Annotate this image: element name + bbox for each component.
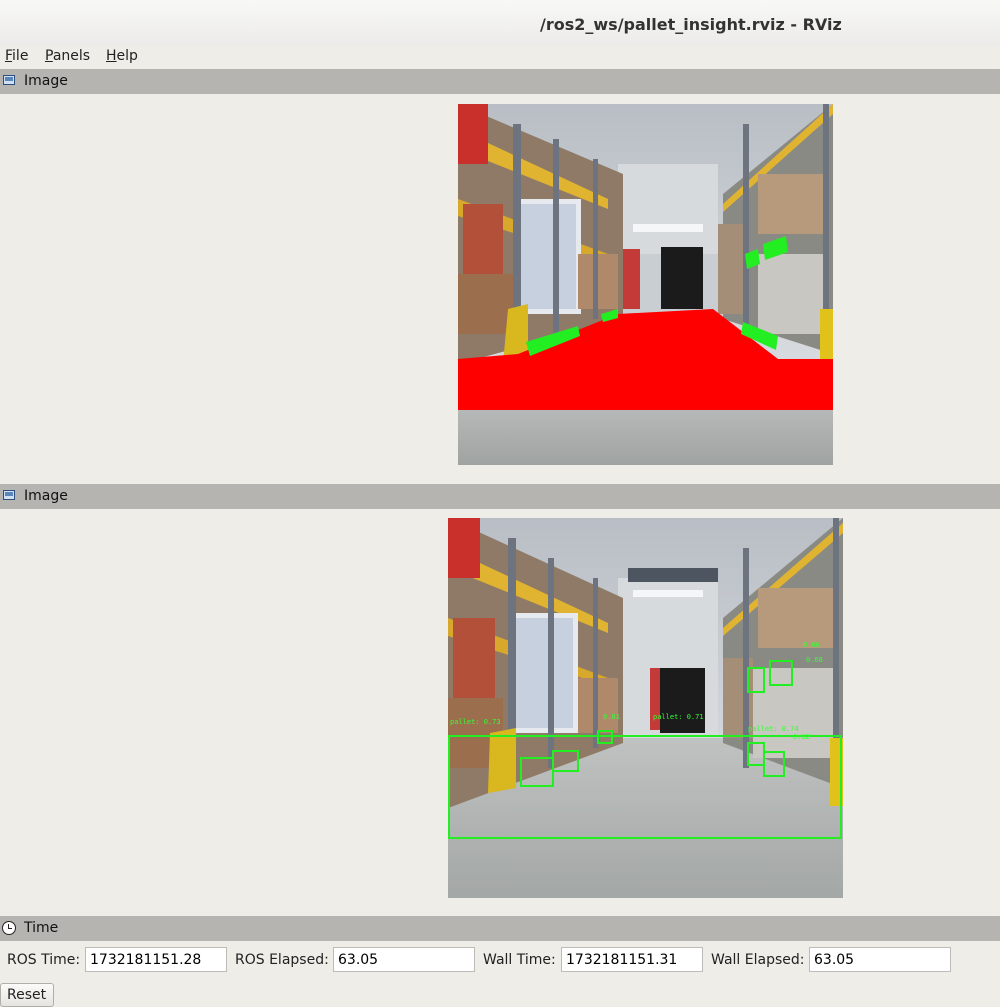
wall-time-label: Wall Time: [483, 952, 556, 968]
ros-elapsed-label: ROS Elapsed: [235, 952, 329, 968]
detection-label: 0.66 [803, 641, 820, 649]
ros-elapsed-field[interactable] [333, 947, 475, 972]
image-icon [3, 75, 15, 85]
detection-panel-title: Image [24, 488, 68, 504]
segmentation-panel-title: Image [24, 73, 68, 89]
detection-label: 0.68 [806, 656, 823, 664]
detection-label: pallet: 0.74 [748, 725, 799, 733]
ros-time-field[interactable] [85, 947, 227, 972]
segmentation-image [458, 104, 833, 465]
ros-time-label: ROS Time: [7, 952, 81, 968]
detection-image-view: pallet: 0.73 0.81 pallet: 0.71 0.66 0.68… [448, 518, 843, 898]
segmentation-panel-header[interactable]: Image [0, 69, 1000, 94]
time-bar: ROS Time: ROS Elapsed: Wall Time: Wall E… [0, 943, 1000, 1000]
detection-label: pallet: 0.71 [653, 713, 704, 721]
menu-file[interactable]: File [5, 48, 28, 64]
wall-elapsed-field[interactable] [809, 947, 951, 972]
time-panel-title: Time [24, 920, 59, 936]
image-icon [3, 490, 15, 500]
detection-label: pallet: 0.73 [450, 718, 501, 726]
detection-panel-header[interactable]: Image [0, 484, 1000, 509]
clock-icon [2, 921, 16, 935]
wall-elapsed-label: Wall Elapsed: [711, 952, 805, 968]
reset-button[interactable]: Reset [0, 983, 54, 1007]
window-title: /ros2_ws/pallet_insight.rviz - RViz [540, 15, 842, 34]
menubar: File Panels Help [0, 46, 1000, 68]
wall-time-field[interactable] [561, 947, 703, 972]
detection-image: pallet: 0.73 0.81 pallet: 0.71 0.66 0.68… [448, 518, 843, 898]
detection-label: 0.81 [603, 713, 620, 721]
detection-label: 0.62 [793, 733, 810, 741]
segmentation-image-view [458, 104, 833, 465]
time-panel-header[interactable]: Time [0, 916, 1000, 941]
window-titlebar[interactable]: /ros2_ws/pallet_insight.rviz - RViz [0, 0, 1000, 47]
menu-help[interactable]: Help [106, 48, 138, 64]
menu-panels[interactable]: Panels [45, 48, 90, 64]
